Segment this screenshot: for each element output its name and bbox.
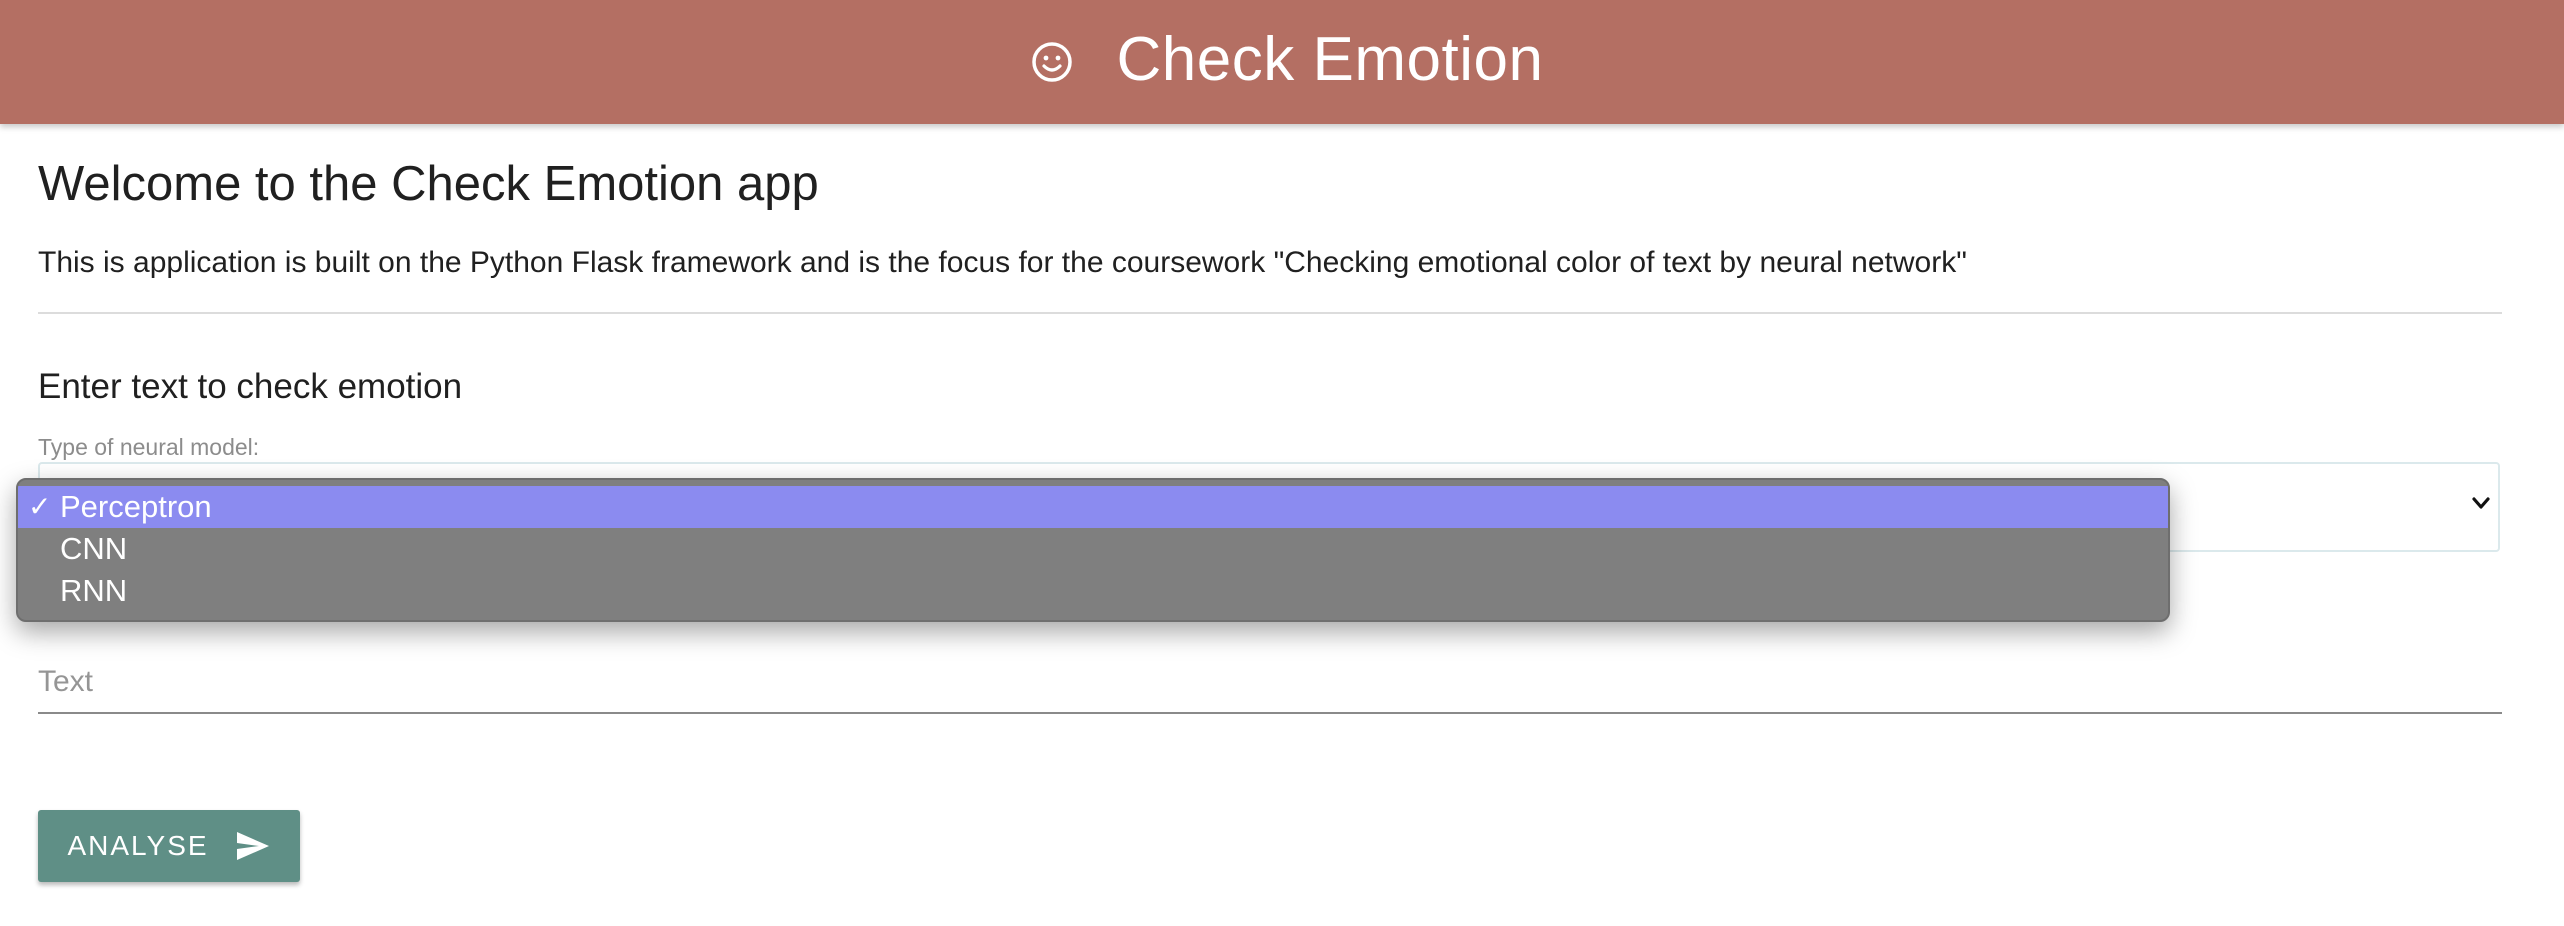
model-dropdown-menu: ✓ Perceptron CNN RNN [16,478,2170,622]
dropdown-option-rnn[interactable]: RNN [18,570,2168,612]
dropdown-option-cnn[interactable]: CNN [18,528,2168,570]
app-header: Check Emotion [0,0,2564,124]
section-divider [38,312,2502,314]
send-icon [236,832,269,860]
dropdown-option-perceptron[interactable]: ✓ Perceptron [18,486,2168,528]
smiley-face-icon [1031,42,1072,82]
app-brand: Check Emotion [1021,25,1544,94]
text-input[interactable] [38,634,2502,714]
dropdown-option-label: Perceptron [60,489,212,524]
model-select-label: Type of neural model: [38,434,260,460]
dropdown-option-label: CNN [60,531,128,566]
welcome-description: This is application is built on the Pyth… [38,246,1967,279]
form-section-title: Enter text to check emotion [38,367,463,406]
welcome-title: Welcome to the Check Emotion app [38,157,819,211]
dropdown-option-label: RNN [60,573,128,608]
chevron-down-icon [2472,497,2490,509]
checkmark-icon: ✓ [28,491,52,522]
analyse-button-label: ANALYSE [67,830,209,861]
analyse-button[interactable]: ANALYSE [38,810,300,882]
app-title: Check Emotion [1116,25,1544,94]
